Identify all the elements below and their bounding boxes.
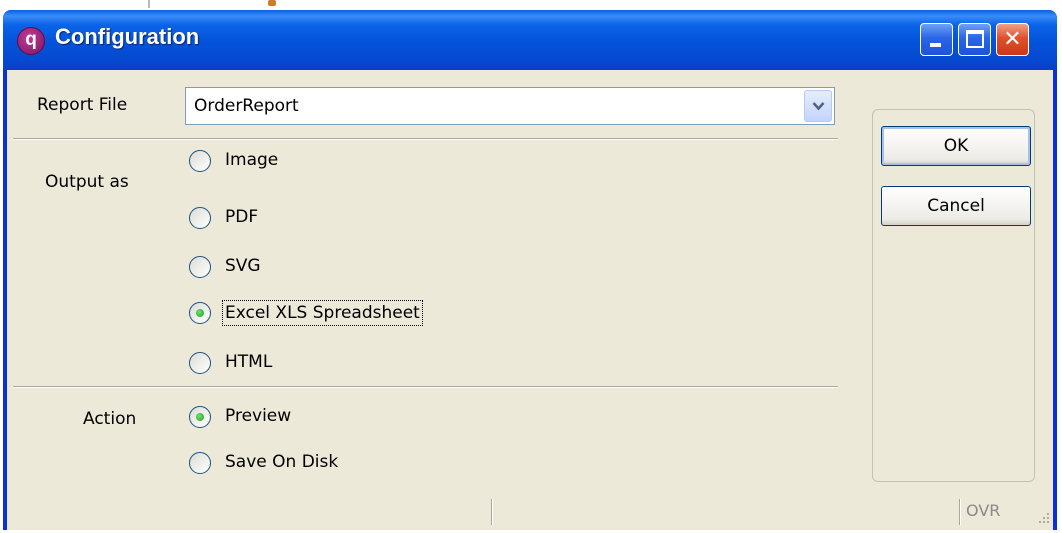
close-icon: ✕ (1003, 27, 1022, 52)
status-bar: OVR (7, 493, 1053, 530)
option-svg-label[interactable]: SVG (225, 256, 261, 276)
report-file-combobox[interactable]: OrderReport (185, 87, 835, 125)
status-divider (959, 499, 961, 525)
background-icon (268, 0, 276, 6)
radio-action-preview[interactable] (189, 406, 211, 428)
option-pdf-label[interactable]: PDF (225, 207, 258, 227)
title-bar[interactable]: q Configuration ✕ (3, 10, 1057, 70)
separator (13, 386, 838, 388)
option-excel-label[interactable]: Excel XLS Spreadsheet (222, 300, 423, 326)
option-preview-label[interactable]: Preview (225, 406, 291, 426)
minimize-icon (930, 43, 941, 47)
ok-button[interactable]: OK (881, 126, 1031, 166)
radio-output-pdf[interactable] (189, 207, 211, 229)
app-logo-icon[interactable]: q (17, 27, 45, 55)
dropdown-button[interactable] (804, 90, 832, 122)
maximize-button[interactable] (958, 23, 991, 56)
option-save-label[interactable]: Save On Disk (225, 452, 338, 472)
output-as-label: Output as (45, 172, 129, 192)
radio-action-save[interactable] (189, 452, 211, 474)
background-window-edge (148, 0, 150, 8)
background-strip (0, 0, 1062, 10)
dialog-body: Report File OrderReport Output as Image … (7, 70, 1053, 530)
radio-output-excel[interactable] (189, 302, 211, 324)
close-button[interactable]: ✕ (996, 23, 1029, 56)
window-title: Configuration (55, 24, 200, 49)
resize-grip-icon[interactable] (1037, 511, 1051, 525)
radio-output-html[interactable] (189, 352, 211, 374)
chevron-down-icon (812, 102, 825, 111)
maximize-icon (966, 30, 984, 48)
radio-output-image[interactable] (189, 150, 211, 172)
separator (13, 138, 838, 140)
option-image-label[interactable]: Image (225, 150, 278, 170)
action-label: Action (83, 409, 137, 429)
option-html-label[interactable]: HTML (225, 352, 272, 372)
minimize-button[interactable] (920, 23, 953, 56)
cancel-button[interactable]: Cancel (881, 186, 1031, 226)
report-file-value: OrderReport (194, 96, 299, 116)
status-divider (491, 499, 493, 525)
radio-output-svg[interactable] (189, 256, 211, 278)
overwrite-mode-indicator: OVR (966, 501, 1001, 520)
report-file-label: Report File (37, 95, 128, 115)
configuration-window: q Configuration ✕ Report File OrderRepor… (3, 10, 1057, 530)
